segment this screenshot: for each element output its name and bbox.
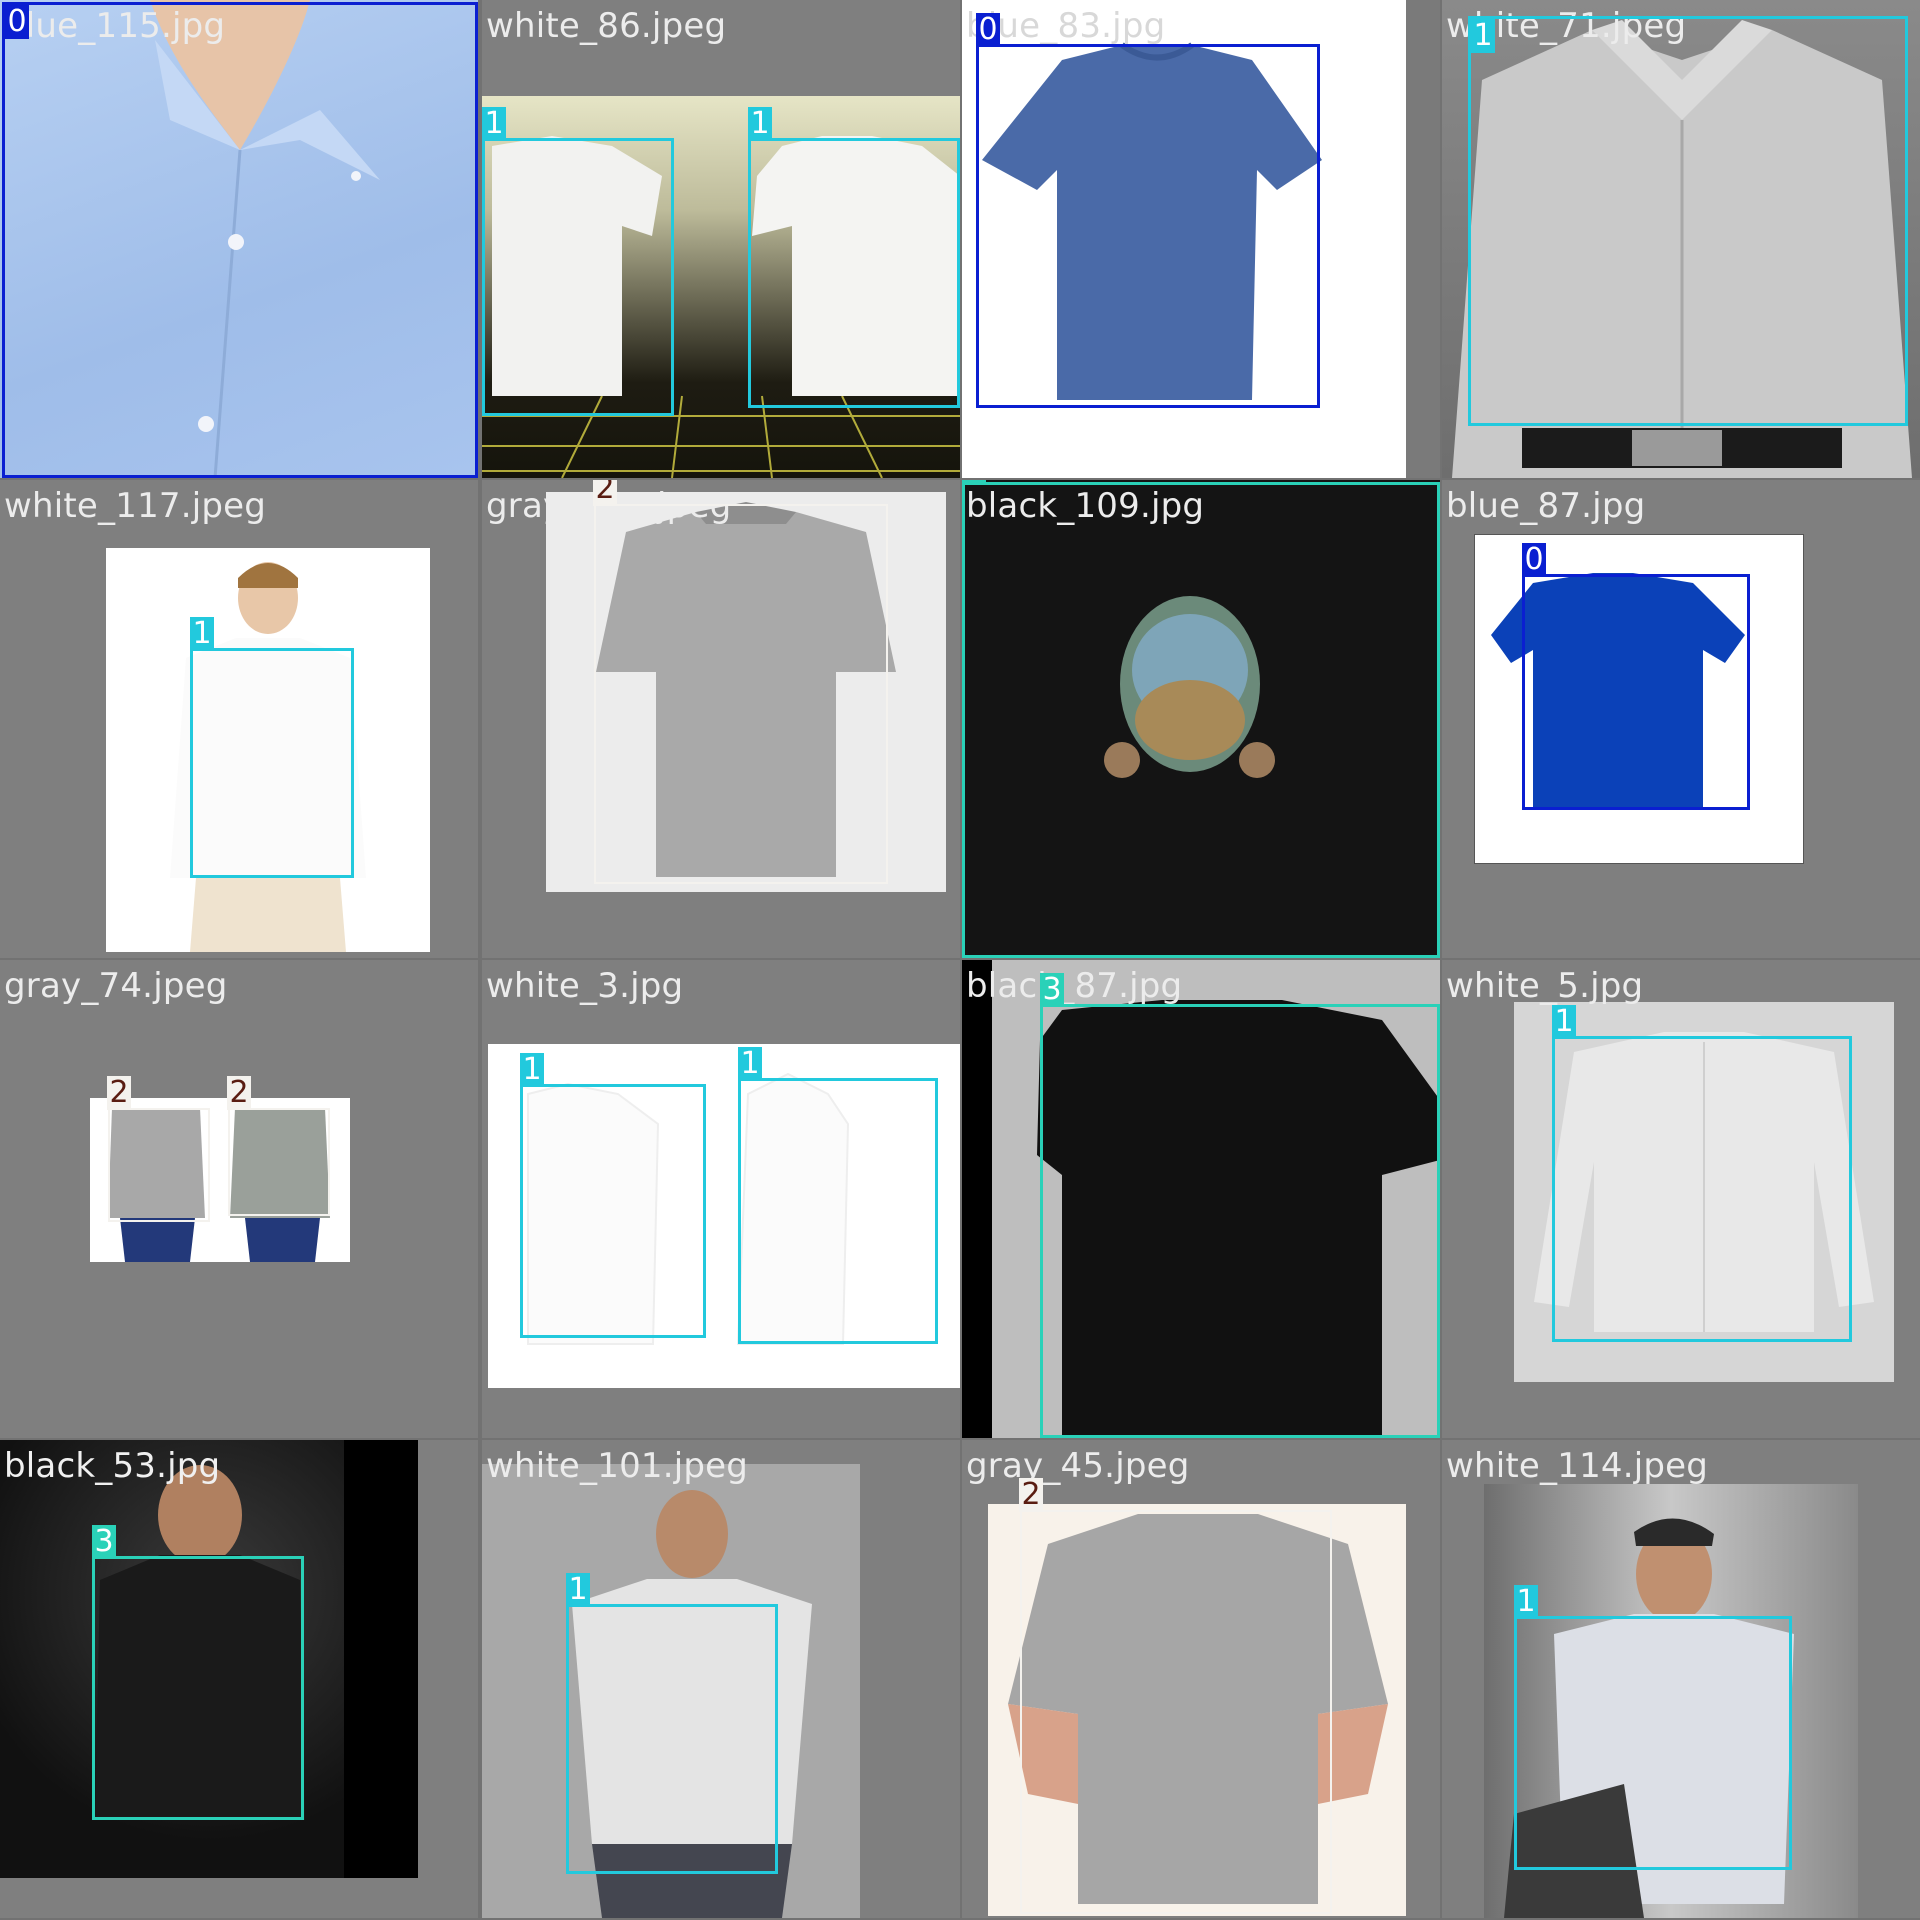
bbox-class-3: 3 <box>1040 973 1440 1438</box>
bbox-class-1: 1 <box>748 107 960 408</box>
tile-filename: white_114.jpeg <box>1446 1446 1709 1486</box>
bbox-class-1: 1 <box>566 1573 778 1874</box>
tile-blue-115: blue_115.jpg 0 <box>0 0 478 478</box>
tile-filename: gray_45.jpeg <box>966 1446 1190 1486</box>
tile-black-87: black_87.jpg 3 <box>962 960 1440 1438</box>
tile-filename: white_5.jpg <box>1446 966 1644 1006</box>
bbox-class-1: 1 <box>1514 1585 1792 1870</box>
tile-gray-103: gray_103.jpeg 2 <box>482 480 960 958</box>
class-label: 2 <box>227 1076 251 1110</box>
mosaic-grid: blue_115.jpg 0 white_86.jpeg 1 1 blue_83… <box>0 0 1920 1920</box>
bbox-class-1: 1 <box>1468 16 1908 426</box>
tile-filename: black_87.jpg <box>966 966 1183 1006</box>
bbox-class-1: 1 <box>190 617 354 878</box>
tile-black-109: black_109.jpg 3 <box>962 480 1440 958</box>
class-label: 1 <box>1471 19 1495 53</box>
class-label: 1 <box>1514 1585 1538 1619</box>
tile-blue-87: blue_87.jpg 0 <box>1442 480 1920 958</box>
class-label: 1 <box>1552 1005 1576 1039</box>
tile-filename: white_86.jpeg <box>486 6 727 46</box>
bbox-class-0: 0 <box>1522 543 1750 810</box>
tile-filename: white_101.jpeg <box>486 1446 749 1486</box>
tile-white-101: white_101.jpeg 1 <box>482 1440 960 1918</box>
bbox-class-2: 2 <box>227 1076 330 1216</box>
tile-filename: white_117.jpeg <box>4 486 267 526</box>
class-label: 0 <box>976 13 1000 47</box>
class-label: 2 <box>107 1076 131 1110</box>
class-label: 2 <box>593 480 617 506</box>
class-label: 0 <box>1522 543 1546 577</box>
class-label: 1 <box>520 1053 544 1087</box>
tile-black-53: black_53.jpg 3 <box>0 1440 478 1918</box>
class-label: 3 <box>92 1525 116 1559</box>
class-label: 1 <box>566 1573 590 1607</box>
bbox-class-0: 0 <box>2 2 478 478</box>
bbox-class-2: 2 <box>1019 1478 1332 1914</box>
class-label: 2 <box>1019 1478 1043 1512</box>
class-label: 0 <box>5 5 29 39</box>
tile-filename: black_53.jpg <box>4 1446 221 1486</box>
bbox-class-1: 1 <box>482 107 674 416</box>
bbox-class-2: 2 <box>593 480 888 884</box>
class-label: 3 <box>962 480 986 485</box>
class-label: 1 <box>190 617 214 651</box>
tile-white-3: white_3.jpg 1 1 <box>482 960 960 1438</box>
bbox-class-2: 2 <box>107 1076 210 1222</box>
class-label: 1 <box>748 107 772 141</box>
bbox-class-1: 1 <box>1552 1005 1852 1342</box>
tile-filename: white_3.jpg <box>486 966 684 1006</box>
tile-white-71: white_71.jpeg 1 <box>1442 0 1920 478</box>
bbox-class-1: 1 <box>738 1047 938 1344</box>
bbox-class-3: 3 <box>962 480 1440 958</box>
tile-gray-74: gray_74.jpeg 2 2 <box>0 960 478 1438</box>
bbox-class-1: 1 <box>520 1053 706 1338</box>
class-label: 1 <box>482 107 506 141</box>
bbox-class-0: 0 <box>976 13 1320 408</box>
tile-white-5: white_5.jpg 1 <box>1442 960 1920 1438</box>
class-label: 3 <box>1040 973 1064 1007</box>
tile-filename: gray_74.jpeg <box>4 966 228 1006</box>
bbox-class-3: 3 <box>92 1525 304 1820</box>
tile-filename: blue_87.jpg <box>1446 486 1646 526</box>
tile-white-86: white_86.jpeg 1 1 <box>482 0 960 478</box>
class-label: 1 <box>738 1047 762 1081</box>
divider-strip <box>1406 0 1440 478</box>
tile-blue-83: blue_83.jpg 0 <box>962 0 1440 478</box>
tile-white-114: white_114.jpeg 1 <box>1442 1440 1920 1918</box>
tile-gray-45: gray_45.jpeg 2 <box>962 1440 1440 1918</box>
tile-white-117: white_117.jpeg 1 <box>0 480 478 958</box>
